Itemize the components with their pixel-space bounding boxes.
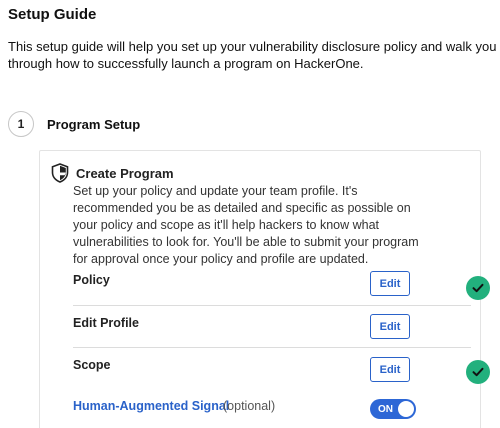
step-header: 1 Program Setup [8,110,140,138]
policy-check-icon [466,276,490,300]
intro-text: This setup guide will help you set up yo… [8,39,497,71]
toggle-state-label: ON [378,403,393,415]
human-augmented-signal-toggle[interactable]: ON [370,399,416,419]
scope-check-icon [466,360,490,384]
step-title: Program Setup [47,116,141,132]
card-title: Create Program [76,166,174,181]
toggle-knob [398,401,414,417]
edit-profile-label: Edit Profile [73,316,139,330]
scope-edit-button[interactable]: Edit [370,357,410,382]
policy-label: Policy [73,273,110,287]
shield-icon [51,163,69,183]
step-number-badge: 1 [8,111,34,137]
scope-label: Scope [73,358,111,372]
page-title: Setup Guide [8,6,97,23]
policy-edit-button[interactable]: Edit [370,271,410,296]
optional-note: (optional) [223,399,276,413]
human-augmented-signal-link[interactable]: Human-Augmented Signal [73,399,229,413]
divider [73,305,471,306]
edit-profile-edit-button[interactable]: Edit [370,314,410,339]
divider [73,347,471,348]
card-description: Set up your policy and update your team … [73,184,419,266]
